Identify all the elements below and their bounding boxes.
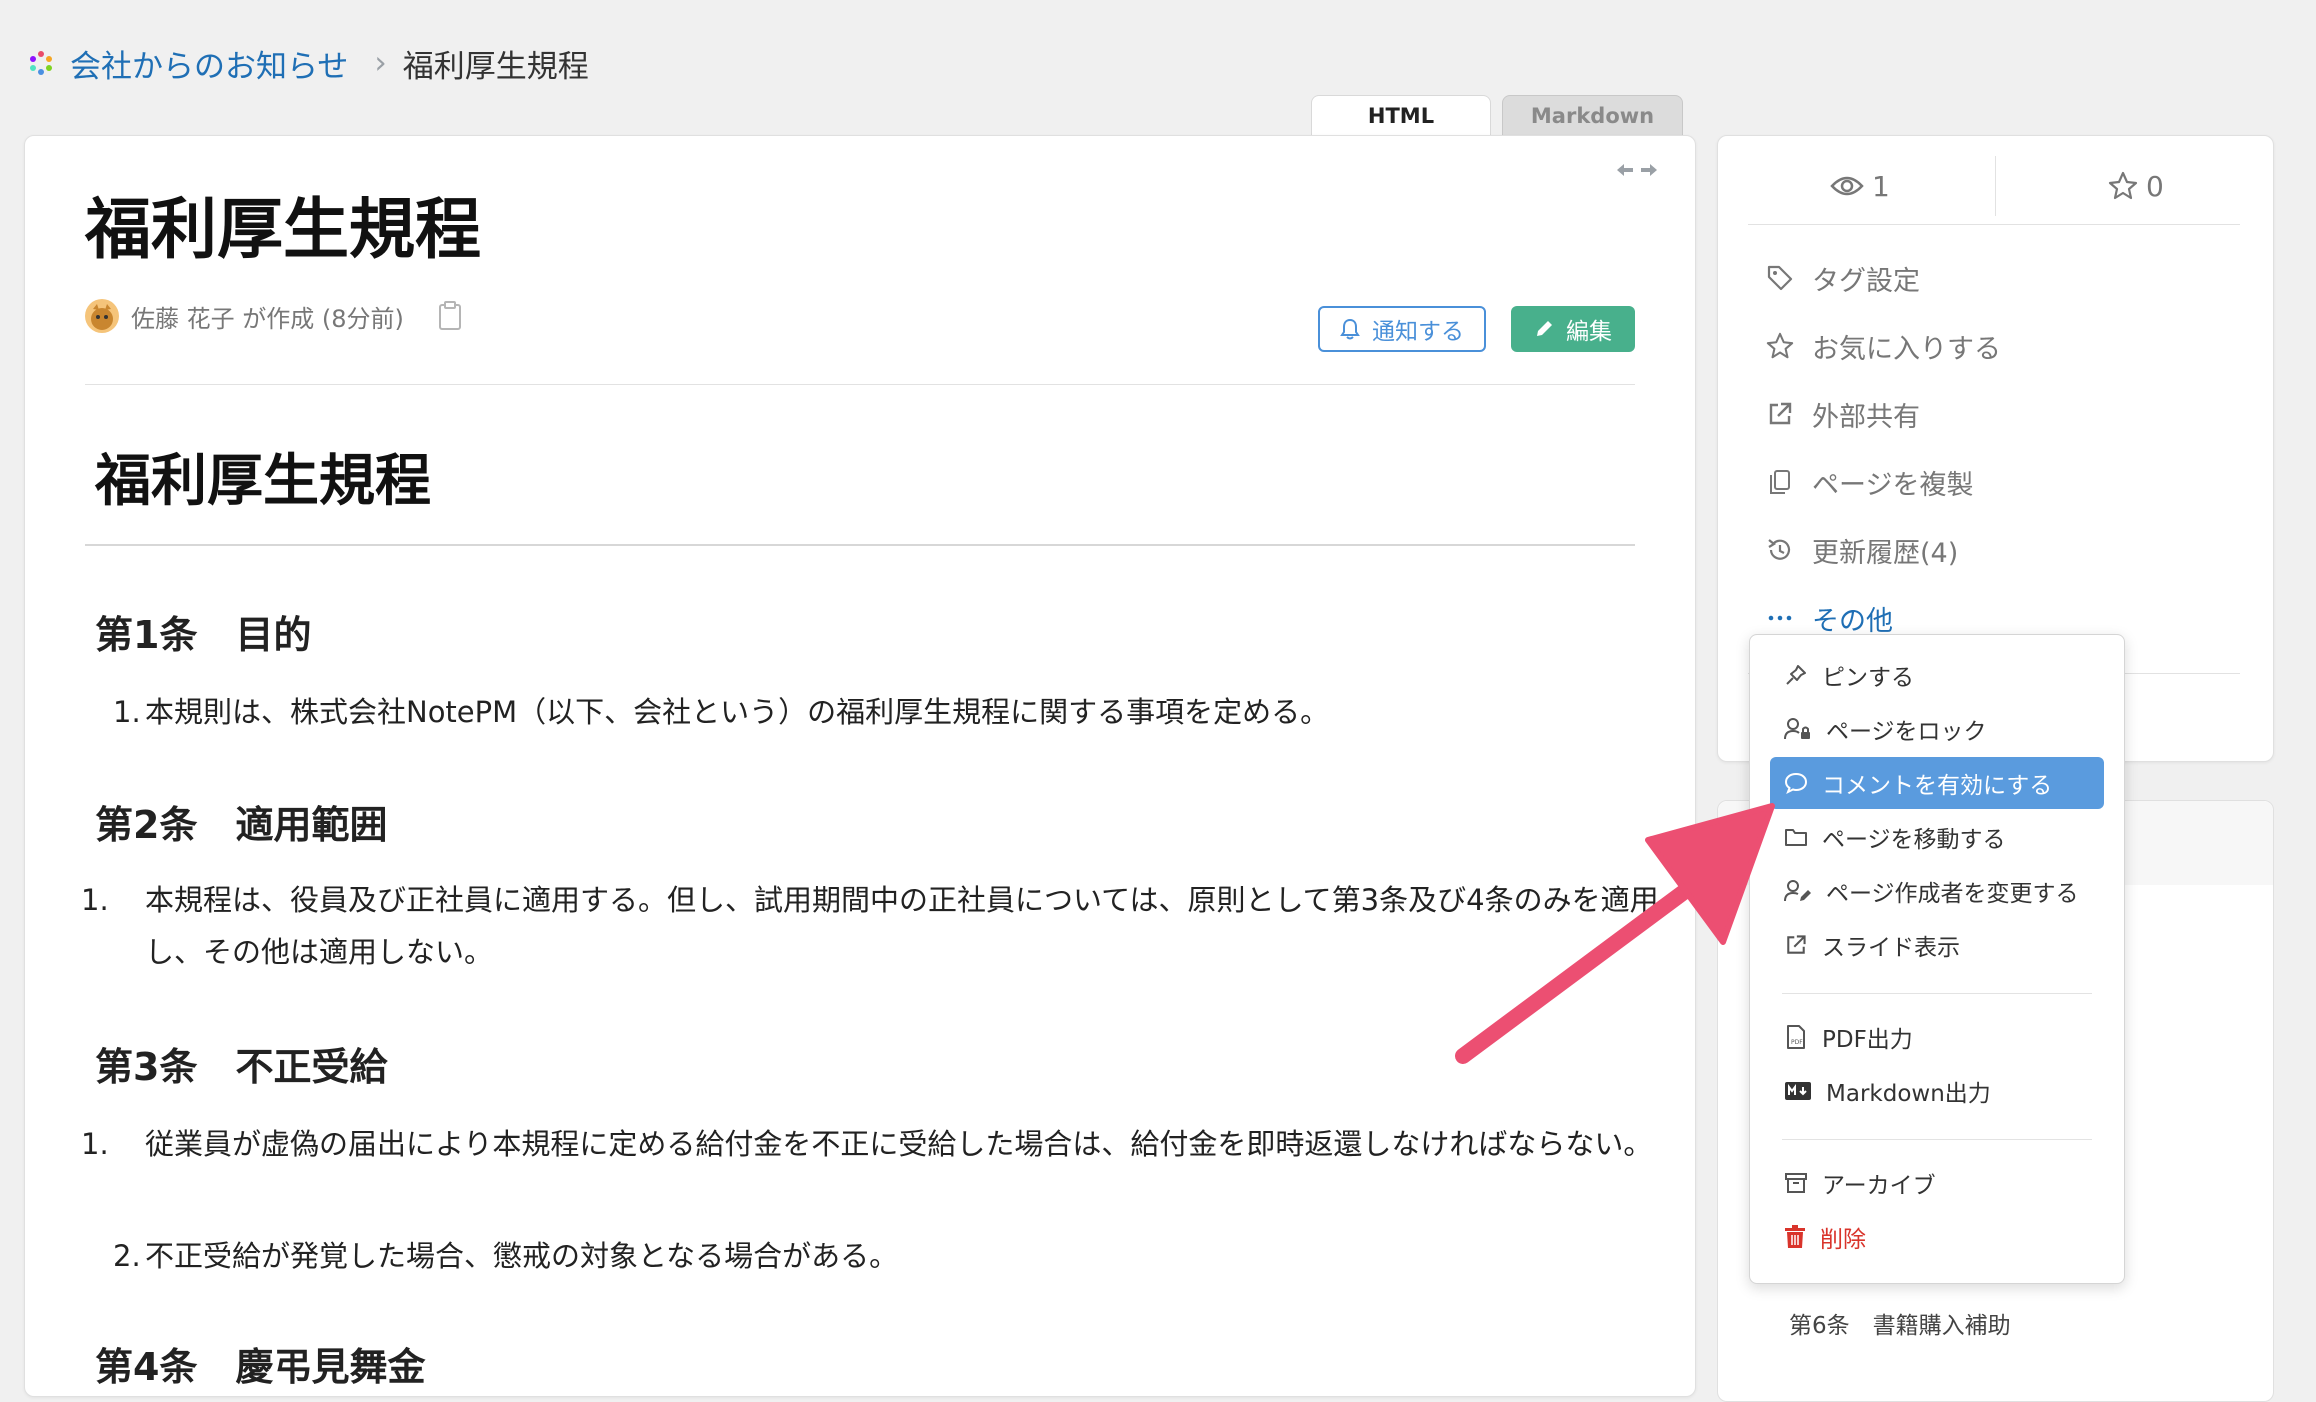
comment-icon	[1784, 772, 1808, 795]
menu-item-markdown-export[interactable]: Markdown出力	[1770, 1065, 2104, 1117]
pdf-icon: PDF	[1787, 1025, 1805, 1049]
sidebar-item-tags[interactable]: タグ設定	[1766, 252, 1920, 304]
svg-text:PDF: PDF	[1791, 1039, 1803, 1046]
menu-item-lock-page[interactable]: ページをロック	[1770, 703, 2104, 755]
sidebar-item-favorite[interactable]: お気に入りする	[1766, 320, 2001, 372]
author-text: 佐藤 花子 が作成 (8分前)	[131, 304, 404, 333]
eye-icon	[1830, 176, 1864, 196]
list-item: 1. 本規程は、役員及び正社員に適用する。但し、試用期間中の正社員については、原則…	[81, 883, 1659, 969]
user-lock-icon	[1784, 718, 1810, 740]
tab-markdown[interactable]: Markdown	[1502, 95, 1683, 135]
author-info: 佐藤 花子 が作成 (8分前)	[85, 296, 462, 336]
sidebar-item-external-share[interactable]: 外部共有	[1766, 388, 1920, 440]
clipboard-icon[interactable]	[438, 301, 462, 331]
expand-width-icon[interactable]	[1615, 162, 1659, 178]
pencil-icon	[1537, 321, 1552, 336]
menu-item-archive[interactable]: アーカイブ	[1770, 1157, 2104, 1209]
divider	[1748, 224, 2240, 225]
tab-html[interactable]: HTML	[1311, 95, 1491, 135]
sidebar-item-history[interactable]: 更新履歴(4)	[1766, 524, 1958, 576]
star-count[interactable]: 0	[2108, 162, 2164, 210]
menu-item-enable-comments[interactable]: コメントを有効にする	[1770, 757, 2104, 809]
menu-item-move-page[interactable]: ページを移動する	[1770, 811, 2104, 863]
sidebar-item-duplicate[interactable]: ページを複製	[1766, 456, 1973, 508]
menu-item-change-author[interactable]: ページ作成者を変更する	[1770, 865, 2104, 917]
section-heading: 第3条 不正受給	[95, 1045, 388, 1089]
toc-item[interactable]: 第6条 書籍購入補助	[1789, 1306, 2011, 1340]
external-link-icon	[1769, 402, 1792, 425]
section-heading: 第4条 慶弔見舞金	[95, 1345, 426, 1389]
breadcrumb-parent-link[interactable]: 会社からのお知らせ	[70, 41, 348, 86]
view-count: 1	[1830, 162, 1890, 210]
notify-button[interactable]: 通知する	[1318, 306, 1486, 352]
markdown-icon	[1785, 1082, 1811, 1100]
avatar[interactable]	[85, 299, 119, 333]
external-link-icon	[1787, 935, 1806, 954]
edit-button-label: 編集	[1566, 319, 1612, 345]
page-content-card: 福利厚生規程 佐藤 花子 が作成 (8分前) 通知する 編集 福利厚生規程 第1…	[24, 135, 1696, 1397]
copy-icon	[1770, 470, 1790, 494]
breadcrumb-separator-icon: ›	[374, 45, 387, 81]
page-title: 福利厚生規程	[85, 191, 481, 268]
trash-icon	[1785, 1225, 1805, 1248]
folder-icon	[1785, 829, 1807, 846]
star-icon	[2108, 171, 2138, 200]
star-icon	[1766, 332, 1794, 359]
archive-icon	[1785, 1173, 1807, 1193]
menu-item-slideshow[interactable]: スライド表示	[1770, 919, 2104, 971]
user-edit-icon	[1784, 880, 1811, 902]
app-logo-icon	[30, 51, 52, 75]
list-item: 1. 従業員が虚偽の届出により本規程に定める給付金を不正に受給した場合は、給付金を…	[81, 1127, 1653, 1161]
menu-divider	[1782, 993, 2092, 994]
ellipsis-icon	[1768, 615, 1792, 621]
section-heading: 第2条 適用範囲	[95, 803, 388, 847]
pin-icon	[1786, 665, 1806, 685]
breadcrumb: 会社からのお知らせ › 福利厚生規程	[28, 38, 589, 88]
more-actions-dropdown: ピンする ページをロック コメントを有効にする ページを移動する ページ作成者を…	[1749, 634, 2125, 1284]
breadcrumb-current: 福利厚生規程	[402, 48, 589, 85]
menu-item-delete[interactable]: 削除	[1770, 1211, 2104, 1263]
menu-divider	[1782, 1139, 2092, 1140]
document-heading: 福利厚生規程	[95, 449, 431, 514]
heading-underline	[85, 544, 1635, 546]
list-item: 2. 不正受給が発覚した場合、懲戒の対象となる場合がある。	[113, 1239, 899, 1273]
stat-divider	[1995, 156, 1996, 216]
tag-icon	[1767, 265, 1793, 291]
section-heading: 第1条 目的	[95, 613, 312, 657]
bell-icon	[1340, 318, 1360, 340]
menu-item-pin[interactable]: ピンする	[1770, 649, 2104, 701]
list-item: 1. 本規則は、株式会社NotePM（以下、会社という）の福利厚生規程に関する事項…	[113, 695, 1330, 729]
history-icon	[1768, 539, 1791, 560]
edit-button[interactable]: 編集	[1511, 306, 1635, 352]
menu-item-pdf-export[interactable]: PDF PDF出力	[1770, 1011, 2104, 1063]
notify-button-label: 通知する	[1372, 319, 1464, 345]
divider	[85, 384, 1635, 385]
